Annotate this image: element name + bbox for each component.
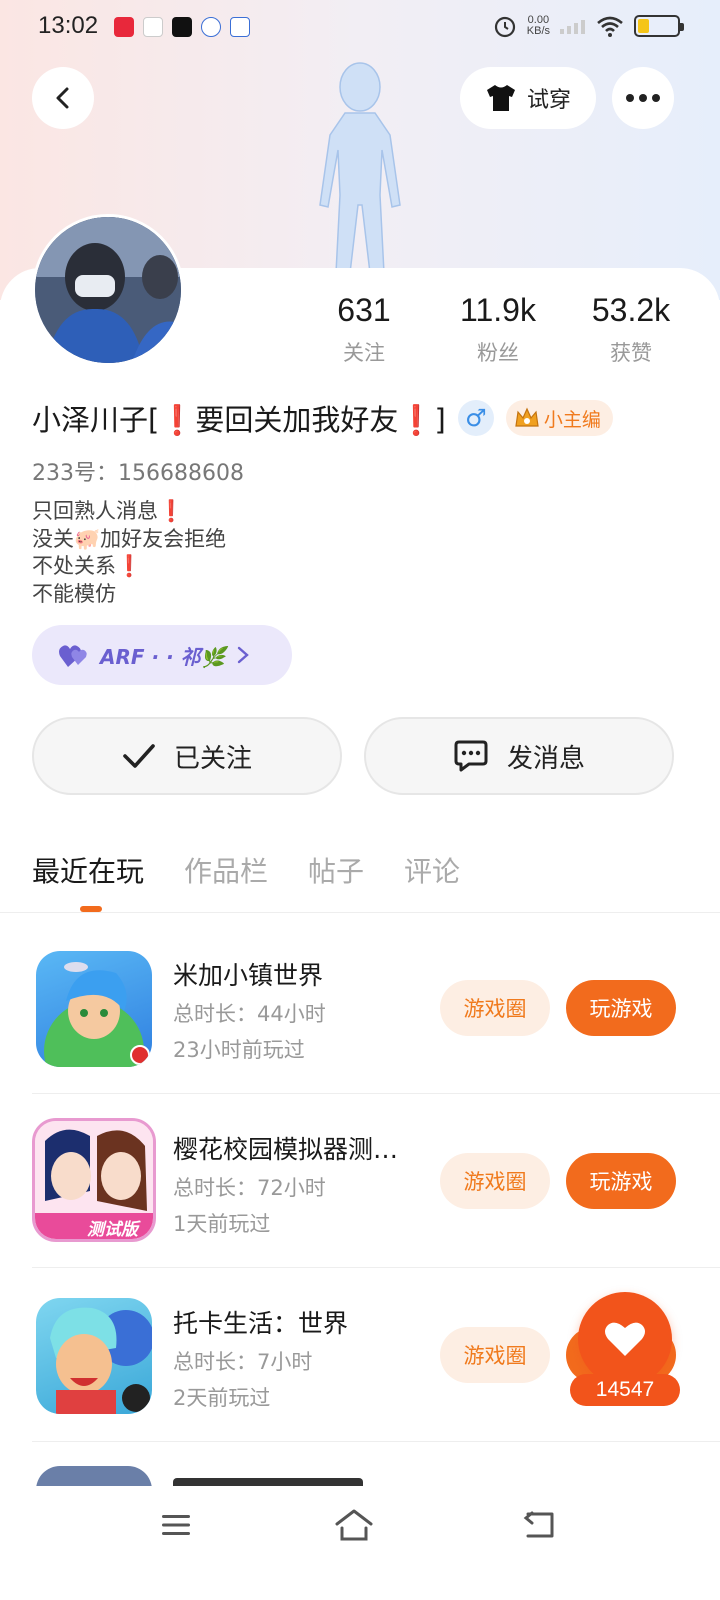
- miga-town-icon: [44, 962, 150, 1067]
- game-duration: 总时长：72小时: [173, 1176, 326, 1200]
- system-nav-bar: [0, 1486, 720, 1600]
- stat-followers[interactable]: 11.9k 粉丝: [438, 292, 558, 367]
- stat-followers-value: 11.9k: [460, 292, 536, 328]
- row-divider: [32, 1441, 720, 1442]
- more-dots-icon: [626, 94, 660, 102]
- check-icon: [123, 744, 155, 768]
- profile-tabs: 最近在玩 作品栏 帖子 评论: [32, 850, 460, 890]
- signal-icon: [560, 20, 585, 34]
- stat-following[interactable]: 631 关注: [304, 292, 424, 367]
- avatar-photo: [35, 217, 181, 363]
- gender-male-icon: ♂: [457, 400, 494, 436]
- message-label: 发消息: [506, 743, 585, 774]
- bio-line: 没关🐖加好友会拒绝: [32, 526, 227, 551]
- stat-following-label: 关注: [343, 341, 385, 365]
- tab-comments[interactable]: 评论: [404, 850, 460, 890]
- chevron-left-icon: [56, 87, 69, 109]
- game-circle-button[interactable]: 游戏圈: [440, 1153, 550, 1209]
- try-on-button[interactable]: 试穿: [460, 67, 596, 129]
- net-speed: 0.00 KB/s: [527, 15, 550, 37]
- back-nav-icon[interactable]: [522, 1510, 556, 1540]
- notification-icon: [201, 17, 221, 37]
- game-title-partial: [173, 1478, 363, 1486]
- like-circle[interactable]: [578, 1292, 672, 1386]
- game-icon: [36, 1298, 152, 1414]
- home-icon[interactable]: [334, 1508, 374, 1542]
- tab-recently-played[interactable]: 最近在玩: [32, 850, 144, 890]
- stat-likes[interactable]: 53.2k 获赞: [571, 292, 691, 367]
- guild-chip[interactable]: ARF · · 祁🌿: [32, 625, 292, 685]
- wifi-icon: [597, 16, 623, 37]
- avatar-3d-figure: [319, 62, 401, 274]
- game-icon: 测试版: [32, 1118, 156, 1242]
- tshirt-icon: [486, 85, 515, 111]
- notification-icon: [172, 17, 192, 37]
- game-circle-button[interactable]: 游戏圈: [440, 1327, 550, 1383]
- chat-bubble-icon: [454, 740, 488, 772]
- followed-button[interactable]: 已关注: [32, 717, 342, 795]
- play-game-button[interactable]: 玩游戏: [566, 1153, 676, 1209]
- followed-label: 已关注: [173, 743, 252, 774]
- stat-following-value: 631: [337, 292, 391, 328]
- editor-badge[interactable]: 小主编: [505, 400, 613, 436]
- net-speed-unit: KB/s: [526, 25, 550, 37]
- game-last-played: 23小时前玩过: [173, 1038, 305, 1062]
- play-game-button[interactable]: 玩游戏: [566, 980, 676, 1036]
- menu-icon[interactable]: [160, 1512, 192, 1538]
- game-last-played: 1天前玩过: [173, 1212, 271, 1236]
- bio-line: 只回熟人消息❗: [32, 499, 185, 523]
- game-row-partial: [0, 1462, 720, 1486]
- game-circle-button[interactable]: 游戏圈: [440, 980, 550, 1036]
- message-button[interactable]: 发消息: [364, 717, 674, 795]
- avatar[interactable]: [32, 214, 184, 366]
- battery-level: [638, 19, 650, 33]
- like-float-button[interactable]: 14547: [570, 1292, 680, 1408]
- stat-likes-label: 获赞: [610, 341, 652, 365]
- try-on-label: 试穿: [526, 88, 571, 113]
- status-bar: 13:02 0.00 KB/s: [0, 0, 720, 56]
- game-duration: 总时长：44小时: [173, 1002, 326, 1026]
- game-last-played: 2天前玩过: [173, 1386, 271, 1410]
- editor-badge-label: 小主编: [543, 408, 601, 431]
- notification-icon: [143, 17, 163, 37]
- game-title: 托卡生活：世界: [173, 1309, 349, 1338]
- tab-posts[interactable]: 帖子: [308, 850, 364, 890]
- double-heart-icon: [59, 645, 87, 667]
- alarm-icon: [494, 16, 515, 38]
- crown-icon: [515, 407, 539, 427]
- user-id[interactable]: 233号：156688608: [32, 455, 244, 487]
- game-row[interactable]: 米加小镇世界 总时长：44小时 23小时前玩过 游戏圈 玩游戏: [0, 920, 720, 1094]
- toca-life-icon: [50, 1307, 152, 1414]
- notification-icon: [114, 17, 134, 37]
- more-button[interactable]: [612, 67, 674, 129]
- stat-followers-label: 粉丝: [477, 341, 519, 365]
- battery-icon: [634, 15, 684, 37]
- heart-icon: [605, 1322, 645, 1356]
- game-icon: [36, 951, 152, 1067]
- bio: 只回熟人消息❗ 没关🐖加好友会拒绝 不处关系❗ 不能模仿: [32, 498, 226, 608]
- chevron-right-icon: [237, 646, 249, 664]
- game-duration: 总时长：7小时: [173, 1350, 313, 1374]
- bio-line: 不处关系❗: [32, 554, 143, 578]
- username: 小泽川子[❗要回关加我好友❗]: [32, 403, 446, 437]
- test-version-tag: 测试版: [87, 1220, 138, 1240]
- game-icon: [36, 1466, 152, 1486]
- name-row: 小泽川子[❗要回关加我好友❗] ♂ 小主编: [32, 397, 613, 439]
- bio-line: 不能模仿: [32, 581, 116, 606]
- game-row[interactable]: 测试版 樱花校园模拟器测… 总时长：72小时 1天前玩过 游戏圈 玩游戏: [0, 1094, 720, 1268]
- status-time: 13:02: [38, 12, 99, 39]
- notification-icon: [230, 17, 250, 37]
- stat-likes-value: 53.2k: [591, 292, 671, 328]
- guild-label: ARF · · 祁🌿: [100, 644, 226, 669]
- game-title: 樱花校园模拟器测…: [173, 1135, 399, 1164]
- like-count: 14547: [570, 1374, 680, 1406]
- tab-works[interactable]: 作品栏: [184, 850, 268, 890]
- tabs-divider: [0, 912, 720, 913]
- game-title: 米加小镇世界: [173, 961, 324, 990]
- back-button[interactable]: [32, 67, 94, 129]
